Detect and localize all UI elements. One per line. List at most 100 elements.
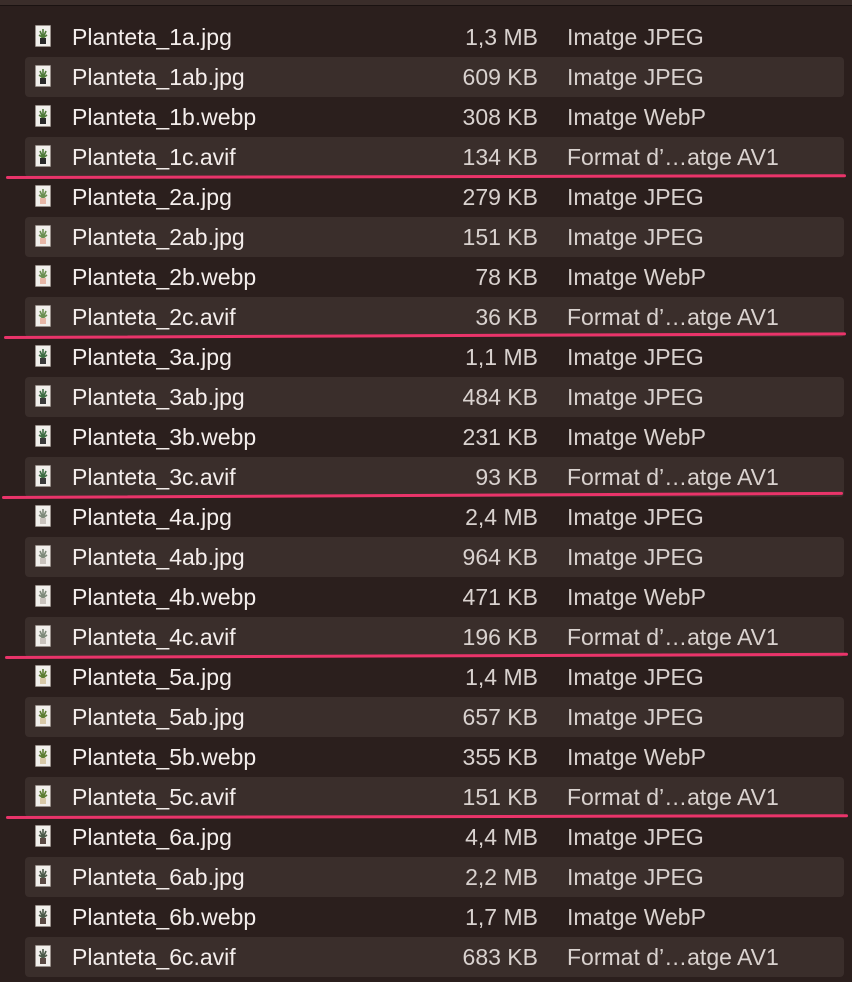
file-row[interactable]: Planteta_5ab.jpg 657 KB Imatge JPEG — [0, 697, 852, 737]
file-kind: Format d’…atge AV1 — [567, 784, 779, 810]
file-kind: Format d’…atge AV1 — [567, 464, 779, 490]
file-kind: Imatge JPEG — [567, 704, 704, 730]
file-kind: Imatge JPEG — [567, 544, 704, 570]
file-row[interactable]: Planteta_6b.webp 1,7 MB Imatge WebP — [0, 897, 852, 937]
file-name[interactable]: Planteta_6ab.jpg — [72, 857, 245, 897]
file-size: 93 KB — [475, 464, 538, 490]
file-name[interactable]: Planteta_6b.webp — [72, 897, 256, 937]
file-size: 4,4 MB — [465, 824, 538, 850]
image-thumbnail-icon — [35, 505, 51, 527]
file-row[interactable]: Planteta_6c.avif 683 KB Format d’…atge AV1 — [0, 937, 852, 977]
file-size: 279 KB — [462, 184, 538, 210]
file-name[interactable]: Planteta_2b.webp — [72, 257, 256, 297]
image-thumbnail-icon — [35, 825, 51, 847]
file-name[interactable]: Planteta_4c.avif — [72, 617, 236, 657]
file-name[interactable]: Planteta_4b.webp — [72, 577, 256, 617]
image-thumbnail-icon — [35, 385, 51, 407]
file-kind: Format d’…atge AV1 — [567, 624, 779, 650]
file-kind: Imatge JPEG — [567, 384, 704, 410]
finder-window: Planteta_1a.jpg 1,3 MB Imatge JPEG Planteta… — [0, 0, 852, 982]
file-name[interactable]: Planteta_3ab.jpg — [72, 377, 245, 417]
file-name[interactable]: Planteta_5a.jpg — [72, 657, 232, 697]
file-row[interactable]: Planteta_3ab.jpg 484 KB Imatge JPEG — [0, 377, 852, 417]
file-row[interactable]: Planteta_3c.avif 93 KB Format d’…atge AV1 — [0, 457, 852, 497]
image-thumbnail-icon — [35, 705, 51, 727]
image-thumbnail-icon — [35, 905, 51, 927]
image-thumbnail-icon — [35, 785, 51, 807]
file-name[interactable]: Planteta_5ab.jpg — [72, 697, 245, 737]
file-row[interactable]: Planteta_4ab.jpg 964 KB Imatge JPEG — [0, 537, 852, 577]
file-row[interactable]: Planteta_1b.webp 308 KB Imatge WebP — [0, 97, 852, 137]
image-thumbnail-icon — [35, 625, 51, 647]
file-size: 231 KB — [462, 424, 538, 450]
file-row[interactable]: Planteta_1ab.jpg 609 KB Imatge JPEG — [0, 57, 852, 97]
file-kind: Imatge JPEG — [567, 64, 704, 90]
file-row[interactable]: Planteta_1a.jpg 1,3 MB Imatge JPEG — [0, 17, 852, 57]
file-size: 2,2 MB — [465, 864, 538, 890]
file-row[interactable]: Planteta_1c.avif 134 KB Format d’…atge AV1 — [0, 137, 852, 177]
file-row[interactable]: Planteta_4c.avif 196 KB Format d’…atge AV1 — [0, 617, 852, 657]
file-kind: Imatge JPEG — [567, 864, 704, 890]
file-name[interactable]: Planteta_1c.avif — [72, 137, 236, 177]
file-row[interactable]: Planteta_2c.avif 36 KB Format d’…atge AV1 — [0, 297, 852, 337]
image-thumbnail-icon — [35, 545, 51, 567]
file-name[interactable]: Planteta_2c.avif — [72, 297, 236, 337]
file-row[interactable]: Planteta_6ab.jpg 2,2 MB Imatge JPEG — [0, 857, 852, 897]
window-top-border — [0, 0, 852, 6]
file-name[interactable]: Planteta_3b.webp — [72, 417, 256, 457]
file-name[interactable]: Planteta_2a.jpg — [72, 177, 232, 217]
file-kind: Imatge WebP — [567, 744, 706, 770]
file-name[interactable]: Planteta_1a.jpg — [72, 17, 232, 57]
file-size: 1,7 MB — [465, 904, 538, 930]
file-name[interactable]: Planteta_4ab.jpg — [72, 537, 245, 577]
file-row[interactable]: Planteta_2ab.jpg 151 KB Imatge JPEG — [0, 217, 852, 257]
file-row[interactable]: Planteta_5b.webp 355 KB Imatge WebP — [0, 737, 852, 777]
image-thumbnail-icon — [35, 65, 51, 87]
file-kind: Imatge JPEG — [567, 504, 704, 530]
image-thumbnail-icon — [35, 425, 51, 447]
image-thumbnail-icon — [35, 305, 51, 327]
file-name[interactable]: Planteta_3c.avif — [72, 457, 236, 497]
file-kind: Imatge JPEG — [567, 824, 704, 850]
file-kind: Imatge WebP — [567, 584, 706, 610]
file-name[interactable]: Planteta_1b.webp — [72, 97, 256, 137]
file-name[interactable]: Planteta_1ab.jpg — [72, 57, 245, 97]
file-row[interactable]: Planteta_2a.jpg 279 KB Imatge JPEG — [0, 177, 852, 217]
file-row[interactable]: Planteta_4a.jpg 2,4 MB Imatge JPEG — [0, 497, 852, 537]
file-name[interactable]: Planteta_5b.webp — [72, 737, 256, 777]
file-kind: Imatge WebP — [567, 424, 706, 450]
file-kind: Format d’…atge AV1 — [567, 144, 779, 170]
file-name[interactable]: Planteta_4a.jpg — [72, 497, 232, 537]
file-row[interactable]: Planteta_5a.jpg 1,4 MB Imatge JPEG — [0, 657, 852, 697]
file-size: 609 KB — [462, 64, 538, 90]
file-row[interactable]: Planteta_3b.webp 231 KB Imatge WebP — [0, 417, 852, 457]
image-thumbnail-icon — [35, 145, 51, 167]
image-thumbnail-icon — [35, 25, 51, 47]
image-thumbnail-icon — [35, 465, 51, 487]
file-name[interactable]: Planteta_6a.jpg — [72, 817, 232, 857]
file-name[interactable]: Planteta_6c.avif — [72, 937, 236, 977]
image-thumbnail-icon — [35, 225, 51, 247]
file-size: 36 KB — [475, 304, 538, 330]
file-size: 657 KB — [462, 704, 538, 730]
file-row[interactable]: Planteta_5c.avif 151 KB Format d’…atge AV1 — [0, 777, 852, 817]
file-size: 355 KB — [462, 744, 538, 770]
file-size: 484 KB — [462, 384, 538, 410]
file-row[interactable]: Planteta_2b.webp 78 KB Imatge WebP — [0, 257, 852, 297]
file-row[interactable]: Planteta_3a.jpg 1,1 MB Imatge JPEG — [0, 337, 852, 377]
file-row[interactable]: Planteta_4b.webp 471 KB Imatge WebP — [0, 577, 852, 617]
file-name[interactable]: Planteta_5c.avif — [72, 777, 236, 817]
file-size: 308 KB — [462, 104, 538, 130]
file-kind: Imatge WebP — [567, 904, 706, 930]
file-size: 196 KB — [462, 624, 538, 650]
file-kind: Imatge WebP — [567, 264, 706, 290]
file-row[interactable]: Planteta_6a.jpg 4,4 MB Imatge JPEG — [0, 817, 852, 857]
file-name[interactable]: Planteta_3a.jpg — [72, 337, 232, 377]
image-thumbnail-icon — [35, 105, 51, 127]
file-size: 151 KB — [462, 784, 538, 810]
file-kind: Imatge JPEG — [567, 224, 704, 250]
file-size: 1,3 MB — [465, 24, 538, 50]
file-name[interactable]: Planteta_2ab.jpg — [72, 217, 245, 257]
image-thumbnail-icon — [35, 665, 51, 687]
file-kind: Format d’…atge AV1 — [567, 304, 779, 330]
